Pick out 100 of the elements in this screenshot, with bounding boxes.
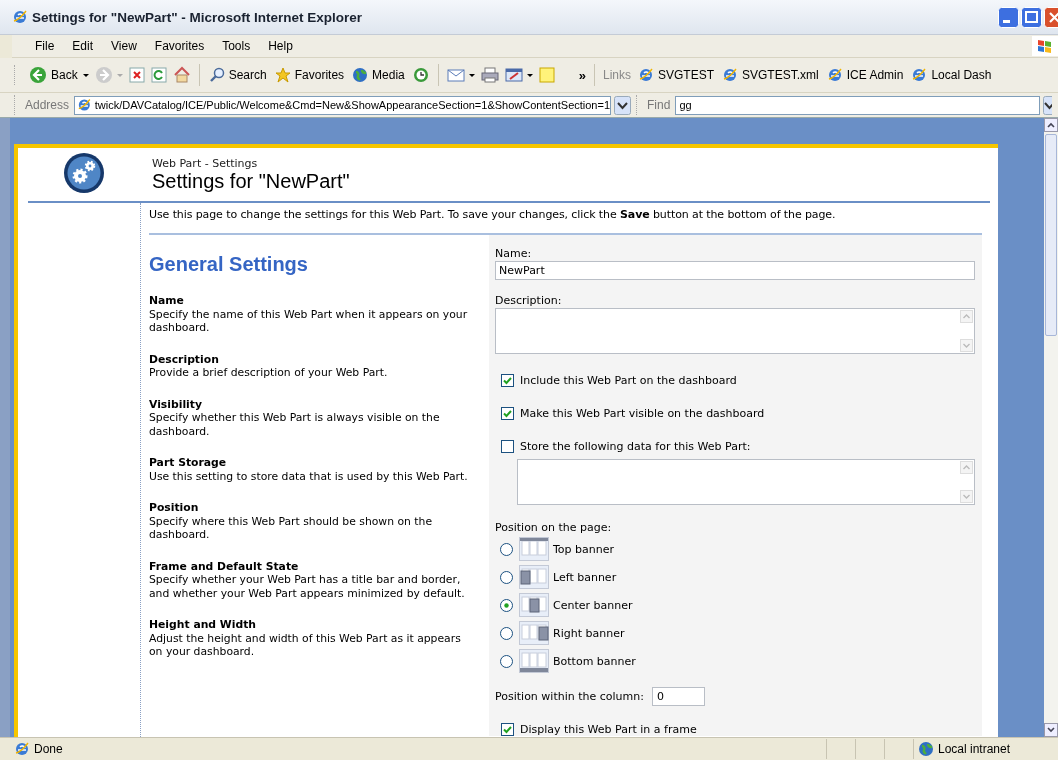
layout-icon xyxy=(519,649,549,673)
page-icon xyxy=(77,97,92,113)
radio-label: Bottom banner xyxy=(553,654,636,668)
stop-icon[interactable] xyxy=(128,67,145,83)
link-button[interactable]: Local Dash xyxy=(910,65,993,85)
field-label: Position on the page: xyxy=(495,521,613,534)
breadcrumb: Web Part - Settings xyxy=(152,157,259,170)
find-label: Find xyxy=(647,98,671,112)
scroll-down-icon[interactable] xyxy=(1044,723,1058,737)
help-text: Specify whether your Web Part has a title bar and border, and whether your Web Part appears minimized by default. xyxy=(149,573,466,600)
star-icon xyxy=(274,67,291,83)
menu-item[interactable]: View xyxy=(102,39,146,53)
help-heading: Name xyxy=(149,294,185,308)
checkbox[interactable] xyxy=(501,440,514,453)
page-icon xyxy=(826,67,843,83)
link-button[interactable]: SVGTEST xyxy=(637,65,716,85)
scrollbar[interactable] xyxy=(1044,118,1058,737)
find-field[interactable]: gg xyxy=(675,95,1041,115)
layout-icon xyxy=(519,593,549,617)
layout-icon xyxy=(519,537,549,561)
caret-icon[interactable] xyxy=(468,73,475,77)
menu-item[interactable]: Tools xyxy=(213,39,260,53)
radio-button[interactable] xyxy=(500,570,513,584)
media-button[interactable]: Media xyxy=(351,65,406,85)
help-heading: Part Storage xyxy=(149,456,228,470)
minimize-icon[interactable] xyxy=(998,6,1019,28)
help-text: Adjust the height and width of this Web Part as it appears on your dashboard. xyxy=(149,631,462,659)
gears-icon xyxy=(62,151,106,195)
page-title: Settings for "NewPart" xyxy=(152,170,350,193)
field-label: Position within the column: xyxy=(495,690,644,703)
checkbox[interactable] xyxy=(501,374,514,387)
checkbox-label: Include this Web Part on the dashboard xyxy=(520,374,737,387)
name-field[interactable]: NewPart xyxy=(495,261,975,280)
zone-text: Local intranet xyxy=(938,742,1011,756)
layout-icon xyxy=(519,565,549,589)
menu-item[interactable]: Help xyxy=(259,39,302,53)
search-button[interactable]: Search xyxy=(207,65,268,85)
scroll-up-icon[interactable] xyxy=(1044,118,1058,132)
radio-label: Left banner xyxy=(553,570,617,584)
number-field[interactable]: 0 xyxy=(651,687,705,706)
window-title: Settings for "NewPart" - Microsoft Internet Explorer xyxy=(32,9,363,25)
radio-button[interactable] xyxy=(500,654,513,668)
checkbox-label: Store the following data for this Web Part: xyxy=(520,440,751,453)
back-arrow-icon xyxy=(29,66,47,84)
address-field[interactable]: twick/DAVCatalog/ICE/Public/Welcome&Cmd=New&ShowAppearanceSection=1&ShowContentSection=1 xyxy=(74,95,612,115)
radio-button[interactable] xyxy=(500,626,513,640)
help-heading: Visibility xyxy=(149,397,204,411)
page-icon xyxy=(722,67,739,83)
link-button[interactable]: ICE Admin xyxy=(825,65,905,85)
home-icon[interactable] xyxy=(172,66,191,84)
help-heading: Description xyxy=(149,352,220,366)
refresh-icon[interactable] xyxy=(150,67,167,83)
dropdown-arrow-icon[interactable] xyxy=(1043,95,1053,115)
history-icon[interactable] xyxy=(411,66,430,84)
page-icon xyxy=(638,67,654,83)
back-button[interactable]: Back xyxy=(28,64,79,86)
toolbar-overflow-button[interactable]: » xyxy=(578,67,586,83)
caret-icon[interactable] xyxy=(526,73,533,77)
help-heading: Position xyxy=(149,501,200,515)
field-label: Description: xyxy=(495,294,563,307)
radio-label: Top banner xyxy=(553,542,614,556)
field-label: Name: xyxy=(495,247,533,260)
globe-icon xyxy=(352,67,369,83)
windows-flag-icon xyxy=(1032,36,1058,56)
help-text: Specify the name of this Web Part when it appears on your dashboard. xyxy=(149,307,469,335)
menu-item[interactable]: File xyxy=(26,39,64,53)
radio-label: Right banner xyxy=(553,626,625,640)
menu-item[interactable]: Edit xyxy=(63,39,103,53)
checkbox[interactable] xyxy=(501,407,514,420)
globe-icon xyxy=(918,741,934,757)
help-heading: Frame and Default State xyxy=(149,559,300,573)
checkbox-label: Make this Web Part visible on the dashboard xyxy=(520,407,765,420)
favorites-button[interactable]: Favorites xyxy=(273,65,346,85)
scroll-thumb[interactable] xyxy=(1045,134,1057,336)
help-text: Specify whether this Web Part is always visible on the dashboard. xyxy=(149,411,441,438)
caret-icon xyxy=(116,73,123,77)
address-label: Address xyxy=(25,98,70,112)
radio-button[interactable] xyxy=(500,542,513,556)
radio-button[interactable] xyxy=(500,598,513,612)
help-text: Specify where this Web Part should be shown on the dashboard. xyxy=(149,514,434,542)
page-icon xyxy=(14,741,30,757)
printer-icon[interactable] xyxy=(480,67,499,83)
caret-icon[interactable] xyxy=(82,73,89,77)
radio-label: Center banner xyxy=(553,598,633,612)
close-icon[interactable] xyxy=(1044,6,1058,28)
help-text: Provide a brief description of your Web Part. xyxy=(149,366,389,380)
links-label: Links xyxy=(603,68,631,82)
layout-icon xyxy=(519,621,549,645)
checkbox-label: Display this Web Part in a frame xyxy=(520,723,697,736)
search-icon xyxy=(208,67,225,83)
checkbox[interactable] xyxy=(501,723,514,736)
menu-item[interactable]: Favorites xyxy=(145,39,214,53)
browser-icon xyxy=(12,9,28,25)
section-title: General Settings xyxy=(149,253,309,276)
help-heading: Height and Width xyxy=(149,618,258,632)
link-button[interactable]: SVGTEST.xml xyxy=(721,65,820,85)
help-text: Use this setting to store data that is used by this Web Part. xyxy=(149,469,469,483)
edit-icon[interactable] xyxy=(504,67,523,83)
maximize-icon[interactable] xyxy=(1021,6,1042,28)
status-text: Done xyxy=(34,742,63,756)
